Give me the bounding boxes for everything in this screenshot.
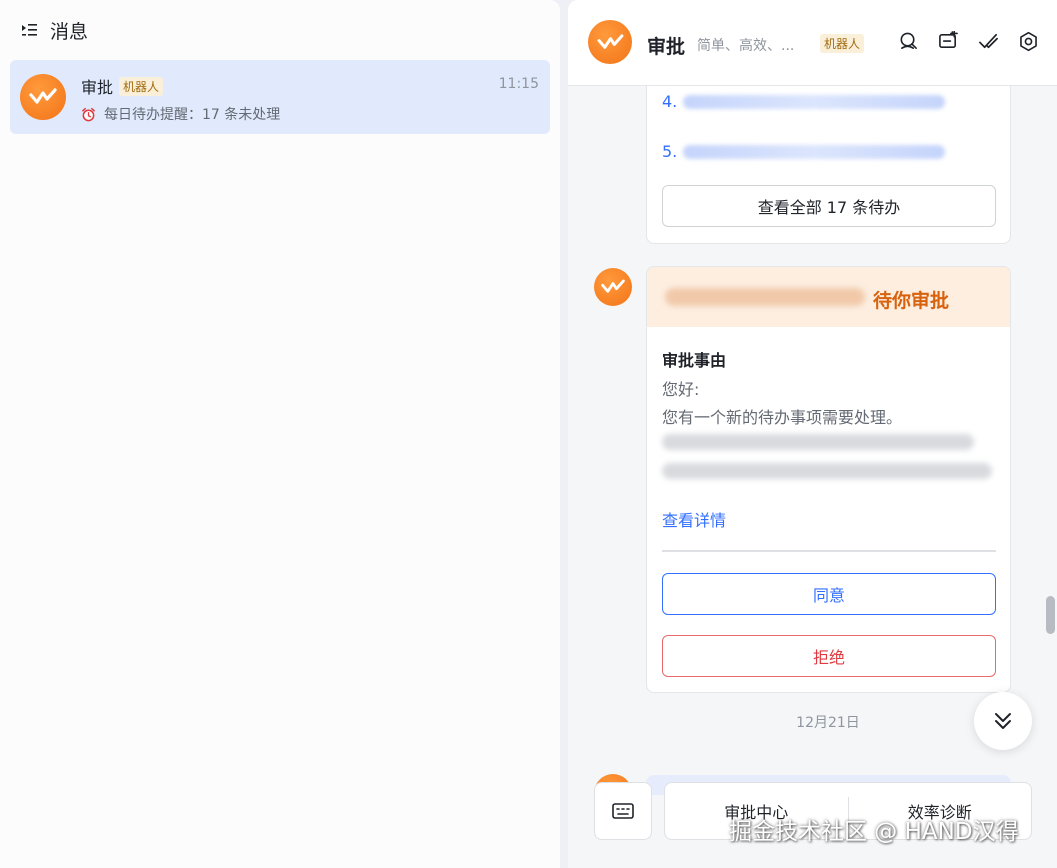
conversation-list-header: 消息 [0, 0, 560, 60]
chat-panel: 4. 5. 查看全部 17 条待办 待你审批 审批事由 您好: 您有一个新的待办… [568, 0, 1057, 868]
check-icon[interactable] [978, 31, 999, 52]
approval-logo-icon [29, 88, 57, 104]
search-chat-icon[interactable] [898, 31, 919, 52]
message-scrollbar[interactable] [1046, 596, 1055, 634]
conversation-list-panel: 消息 审批 机器人 11:15 每日待办提醒：17 条未处理 [0, 0, 560, 868]
conversation-name: 审批 [81, 78, 114, 97]
approval-logo-icon [601, 279, 625, 293]
approval-bot-avatar [20, 74, 66, 120]
conversation-time: 11:15 [498, 76, 539, 92]
approval-logo-icon [597, 33, 623, 49]
todo-item[interactable]: 5. [662, 142, 946, 161]
add-chat-icon[interactable] [938, 30, 959, 52]
page-title: 消息 [50, 20, 89, 43]
agree-button[interactable]: 同意 [662, 573, 996, 615]
todo-list-card: 4. 5. 查看全部 17 条待办 [646, 70, 1011, 244]
todo-item-index: 4. [662, 92, 678, 111]
blurred-detail-line [662, 434, 974, 450]
collapse-menu-icon[interactable] [20, 21, 38, 39]
todo-item-blurred-text [683, 94, 946, 109]
chat-description: 简单、高效、... [697, 38, 795, 54]
approval-bot-avatar[interactable] [588, 20, 632, 64]
keyboard-toggle-button[interactable] [594, 782, 652, 840]
todo-item-index: 5. [662, 142, 678, 161]
scroll-to-bottom-button[interactable] [974, 692, 1032, 750]
reject-button[interactable]: 拒绝 [662, 635, 996, 677]
conversation-name-row: 审批 机器人 [81, 74, 164, 98]
keyboard-icon [612, 803, 634, 819]
approval-reason-label: 审批事由 [662, 351, 727, 370]
bot-badge: 机器人 [820, 34, 865, 53]
todo-item[interactable]: 4. [662, 92, 946, 111]
settings-icon[interactable] [1018, 31, 1039, 52]
double-chevron-down-icon [995, 713, 1011, 729]
blurred-applicant-name [665, 288, 865, 306]
approval-card-header: 待你审批 [647, 267, 1010, 327]
view-details-link[interactable]: 查看详情 [662, 507, 726, 531]
conversation-item-approval[interactable]: 审批 机器人 11:15 每日待办提醒：17 条未处理 [10, 60, 550, 134]
view-all-todos-button[interactable]: 查看全部 17 条待办 [662, 185, 996, 227]
conversation-preview: 每日待办提醒：17 条未处理 [81, 104, 280, 124]
approval-greeting: 您好: [662, 380, 700, 399]
todo-item-blurred-text [683, 144, 946, 159]
chat-header-toolbar [898, 30, 1039, 52]
approval-bot-avatar[interactable] [594, 268, 632, 306]
bot-badge: 机器人 [119, 76, 164, 96]
card-divider [662, 550, 996, 552]
approval-body-text: 您有一个新的待办事项需要处理。 [662, 408, 903, 427]
approval-request-card: 待你审批 审批事由 您好: 您有一个新的待办事项需要处理。 查看详情 同意 拒绝 [646, 266, 1011, 693]
conversation-preview-text: 每日待办提醒：17 条未处理 [104, 107, 281, 123]
approval-card-title: 待你审批 [873, 290, 950, 312]
watermark: 掘金技术社区 @ HAND汉得 [729, 819, 1019, 845]
alarm-clock-icon [82, 107, 95, 121]
chat-header: 审批 简单、高效、... 机器人 [568, 0, 1057, 86]
chat-title: 审批 [647, 36, 686, 58]
blurred-detail-line [662, 463, 992, 479]
